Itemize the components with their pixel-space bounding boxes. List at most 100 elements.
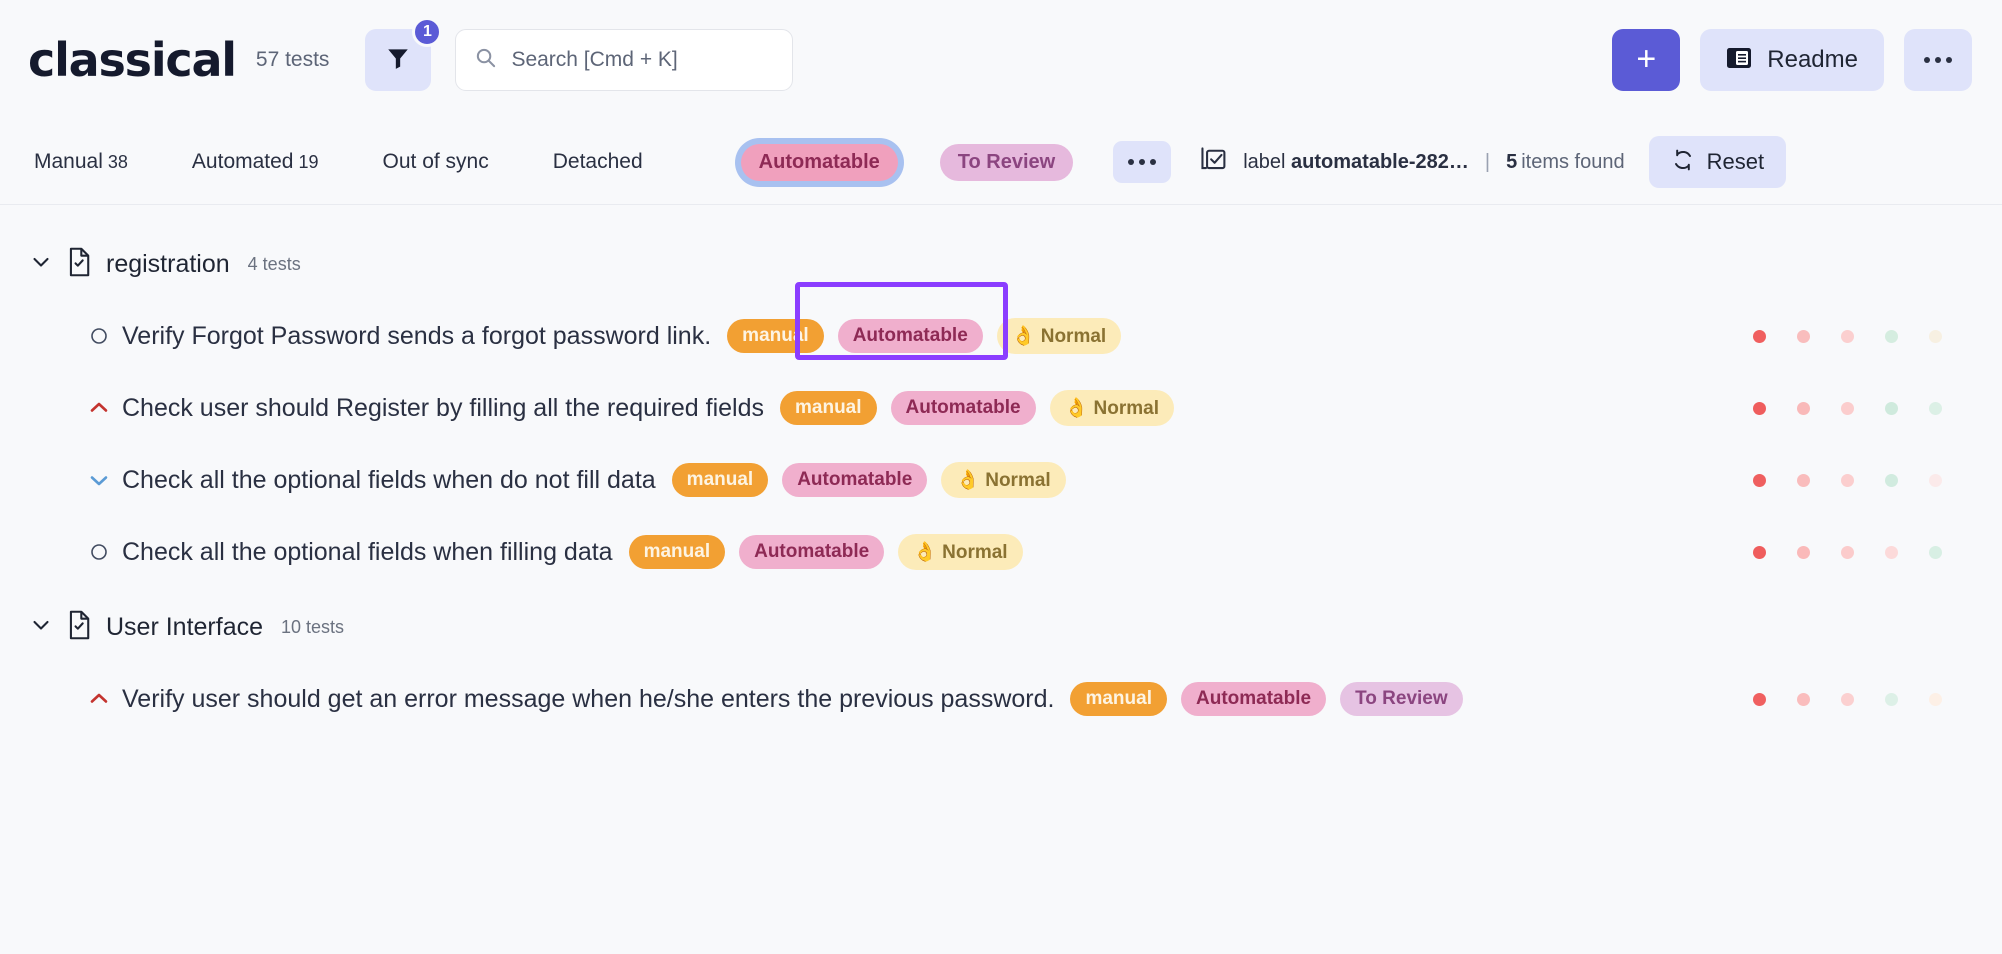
ellipsis-icon (1924, 57, 1952, 63)
status-dot (1841, 692, 1854, 706)
label-filter-prefix: label (1243, 150, 1286, 173)
group-test-count: 4 tests (247, 254, 301, 274)
test-tags: manual Automatable To Review (1070, 682, 1463, 716)
app-brand-title: classical (28, 33, 237, 87)
status-dot (1753, 329, 1766, 343)
status-dot (1885, 329, 1898, 343)
status-dots (1753, 692, 1942, 706)
tab-manual-label: Manual (34, 150, 103, 173)
chevron-up-icon[interactable] (86, 688, 112, 710)
search-icon (474, 46, 497, 74)
items-found: 5 items found (1506, 151, 1625, 174)
status-dot (1841, 545, 1854, 559)
add-button[interactable]: + (1612, 29, 1681, 91)
status-dot (1753, 473, 1766, 487)
tab-automated-label: Automated (191, 150, 294, 173)
test-title: Check all the optional fields when do no… (122, 465, 656, 494)
filter-control: 1 (365, 17, 443, 91)
tag-normal[interactable]: 👌 Normal (1049, 390, 1175, 426)
tag-manual[interactable]: manual (628, 535, 726, 569)
tag-automatable[interactable]: Automatable (1181, 682, 1327, 716)
circle-icon[interactable] (86, 327, 112, 345)
test-row[interactable]: Check all the optional fields when filli… (0, 516, 2002, 588)
status-dots (1753, 329, 1942, 343)
tag-manual[interactable]: manual (671, 463, 769, 497)
file-check-icon (66, 247, 92, 282)
checklist-icon (1199, 145, 1229, 180)
tag-automatable[interactable]: Automatable (782, 463, 928, 497)
reset-button[interactable]: Reset (1648, 136, 1787, 188)
test-row[interactable]: Check user should Register by filling al… (0, 372, 2002, 444)
tag-automatable[interactable]: Automatable (890, 391, 1036, 425)
reset-label: Reset (1706, 149, 1765, 174)
test-row[interactable]: Verify user should get an error message … (0, 663, 2002, 735)
tag-manual[interactable]: manual (780, 391, 877, 425)
status-dots (1753, 401, 1942, 415)
status-dot (1929, 329, 1942, 343)
circle-icon[interactable] (86, 543, 112, 561)
tab-out-of-sync[interactable]: Out of sync (383, 150, 489, 174)
tabbar-more-button[interactable] (1113, 141, 1172, 183)
chevron-up-icon[interactable] (86, 397, 112, 419)
header-more-button[interactable] (1904, 29, 1972, 91)
tab-manual-count: 38 (107, 152, 128, 172)
tag-toreview[interactable]: To Review (1340, 682, 1463, 716)
status-dot (1797, 692, 1810, 706)
status-dot (1753, 401, 1766, 415)
plus-icon: + (1636, 39, 1657, 78)
search-input[interactable]: Search [Cmd + K] (455, 29, 794, 91)
test-title: Check all the optional fields when filli… (122, 537, 613, 566)
status-dot (1753, 545, 1766, 559)
tab-automated-count: 19 (298, 152, 319, 172)
test-title: Check user should Register by filling al… (122, 393, 764, 422)
chevron-down-icon[interactable] (30, 614, 52, 641)
chevron-down-icon[interactable] (30, 251, 52, 278)
status-dot (1929, 692, 1942, 706)
tests-count-label: 57 tests (255, 48, 330, 71)
test-title: Verify user should get an error message … (122, 684, 1055, 713)
tag-normal[interactable]: 👌 Normal (996, 318, 1122, 354)
tag-automatable[interactable]: Automatable (739, 535, 885, 569)
tab-manual[interactable]: Manual 38 (34, 150, 128, 174)
tag-normal[interactable]: 👌 Normal (898, 534, 1023, 570)
status-dot (1797, 473, 1810, 487)
test-tags: manual Automatable 👌 Normal (780, 390, 1175, 426)
items-found-count: 5 (1506, 150, 1518, 173)
status-dots (1753, 545, 1942, 559)
status-dot (1929, 401, 1942, 415)
test-row[interactable]: Verify Forgot Password sends a forgot pa… (0, 300, 2002, 372)
status-dot (1797, 545, 1810, 559)
tab-to-review[interactable]: To Review (939, 143, 1074, 181)
status-dots (1753, 473, 1942, 487)
file-check-icon (66, 610, 92, 645)
readme-button[interactable]: Readme (1700, 29, 1884, 91)
tab-automated[interactable]: Automated 19 (192, 150, 319, 174)
tag-manual[interactable]: manual (1070, 682, 1167, 716)
group-test-count: 10 tests (281, 617, 345, 637)
group-header[interactable]: registration 4 tests (0, 247, 2002, 282)
funnel-icon (385, 45, 411, 76)
ellipsis-icon (1128, 159, 1157, 165)
status-dot (1797, 401, 1810, 415)
tab-detached-label: Detached (552, 150, 643, 173)
status-dot (1885, 545, 1898, 559)
filter-badge-count: 1 (412, 17, 443, 47)
status-dot (1885, 401, 1898, 415)
tab-detached[interactable]: Detached (553, 150, 643, 174)
status-dot (1797, 329, 1810, 343)
items-found-label: items found (1521, 150, 1625, 173)
tag-manual[interactable]: manual (727, 319, 824, 353)
status-dot (1841, 473, 1854, 487)
group-header[interactable]: User Interface 10 tests (0, 610, 2002, 645)
active-label-filter: label automatable-282… (1199, 145, 1469, 180)
chevron-down-icon[interactable] (86, 469, 112, 491)
label-filter-value: automatable-282… (1291, 150, 1469, 173)
tab-automatable-wrap: Automatable (740, 143, 898, 181)
tag-normal[interactable]: 👌 Normal (941, 462, 1066, 498)
test-row[interactable]: Check all the optional fields when do no… (0, 444, 2002, 516)
tag-automatable[interactable]: Automatable (837, 319, 983, 353)
group-name: registration (106, 250, 230, 278)
app-header: classical 57 tests 1 Search [Cmd + K] + (0, 0, 2002, 120)
tab-automatable[interactable]: Automatable (740, 143, 898, 181)
